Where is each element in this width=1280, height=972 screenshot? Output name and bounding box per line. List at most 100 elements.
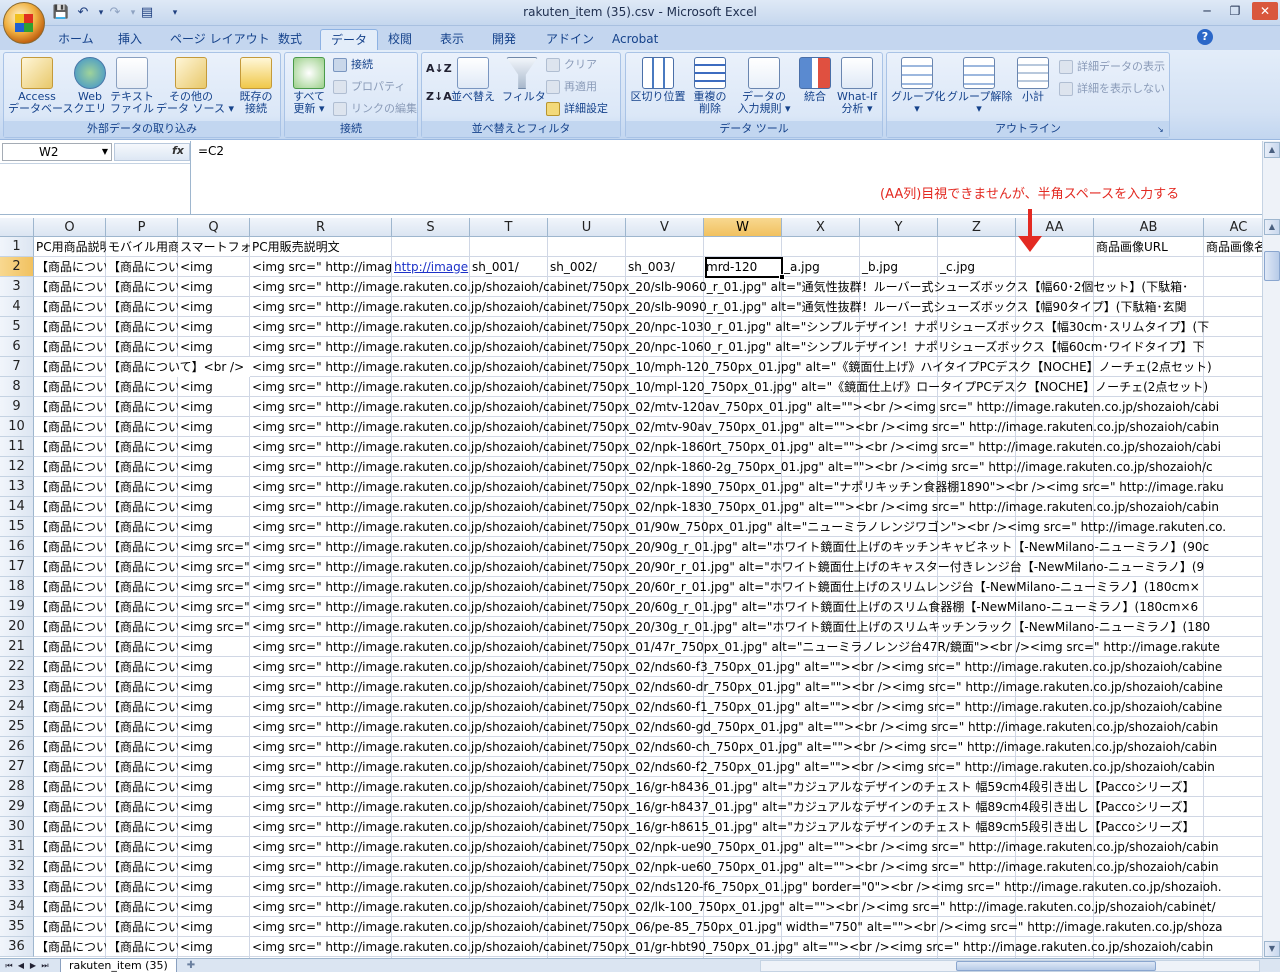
row-header-16[interactable]: 16: [0, 537, 34, 557]
cell-r16[interactable]: <img src=" http://image.rakuten.co.jp/sh…: [250, 537, 1260, 557]
cell-r8[interactable]: <img src=" http://image.rakuten.co.jp/sh…: [250, 377, 1260, 397]
cell-r22[interactable]: <img src=" http://image.rakuten.co.jp/sh…: [250, 657, 1260, 677]
column-header-o[interactable]: O: [34, 218, 106, 237]
row-header-11[interactable]: 11: [0, 437, 34, 457]
cell-r1[interactable]: PC用販売説明文: [250, 237, 392, 257]
tab-page-layout[interactable]: ページ レイアウト: [160, 29, 280, 50]
cell-p3[interactable]: 【商品につい: [106, 277, 178, 297]
cell-r9[interactable]: <img src=" http://image.rakuten.co.jp/sh…: [250, 397, 1260, 417]
clear-button[interactable]: クリア: [546, 57, 597, 73]
restore-button[interactable]: ❐: [1222, 2, 1248, 20]
cell-o28[interactable]: 【商品につい: [34, 777, 106, 797]
cell-q27[interactable]: <img: [178, 757, 250, 777]
cell-p27[interactable]: 【商品につい: [106, 757, 178, 777]
cell-o21[interactable]: 【商品につい: [34, 637, 106, 657]
cell-o12[interactable]: 【商品につい: [34, 457, 106, 477]
formula-input[interactable]: =C2: [198, 144, 224, 158]
cell-o14[interactable]: 【商品につい: [34, 497, 106, 517]
cell-r28[interactable]: <img src=" http://image.rakuten.co.jp/sh…: [250, 777, 1260, 797]
cell-p12[interactable]: 【商品につい: [106, 457, 178, 477]
cell-p21[interactable]: 【商品につい: [106, 637, 178, 657]
data-validation-button[interactable]: データの 入力規則 ▾: [734, 57, 794, 115]
close-button[interactable]: ✕: [1252, 2, 1278, 20]
cell-q31[interactable]: <img: [178, 837, 250, 857]
cell-z2[interactable]: _c.jpg: [938, 257, 1016, 277]
row-header-21[interactable]: 21: [0, 637, 34, 657]
row-header-25[interactable]: 25: [0, 717, 34, 737]
cell-q22[interactable]: <img: [178, 657, 250, 677]
filter-button[interactable]: フィルタ: [502, 57, 546, 103]
dialog-launcher-icon[interactable]: ↘: [1157, 125, 1167, 135]
vertical-scroll-thumb[interactable]: [1264, 251, 1280, 281]
row-header-26[interactable]: 26: [0, 737, 34, 757]
row-header-23[interactable]: 23: [0, 677, 34, 697]
cell-p22[interactable]: 【商品につい: [106, 657, 178, 677]
cell-q6[interactable]: <img: [178, 337, 250, 357]
name-box-dropdown-icon[interactable]: ▼: [98, 143, 112, 161]
cell-q34[interactable]: <img: [178, 897, 250, 917]
cell-r19[interactable]: <img src=" http://image.rakuten.co.jp/sh…: [250, 597, 1260, 617]
cell-p6[interactable]: 【商品につい: [106, 337, 178, 357]
cell-p33[interactable]: 【商品につい: [106, 877, 178, 897]
cell-p8[interactable]: 【商品につい: [106, 377, 178, 397]
minimize-button[interactable]: ─: [1194, 2, 1220, 20]
last-sheet-icon[interactable]: ⏭: [40, 960, 50, 972]
insert-function-icon[interactable]: fx: [172, 144, 184, 157]
cell-p11[interactable]: 【商品につい: [106, 437, 178, 457]
tab-developer[interactable]: 開発: [482, 29, 526, 50]
row-header-1[interactable]: 1: [0, 237, 34, 257]
sort-button[interactable]: 並べ替え: [448, 57, 498, 103]
consolidate-button[interactable]: 統合: [798, 57, 832, 103]
cell-r33[interactable]: <img src=" http://image.rakuten.co.jp/sh…: [250, 877, 1260, 897]
cell-o27[interactable]: 【商品につい: [34, 757, 106, 777]
cell-r14[interactable]: <img src=" http://image.rakuten.co.jp/sh…: [250, 497, 1260, 517]
row-header-2[interactable]: 2: [0, 257, 34, 277]
cell-o5[interactable]: 【商品につい: [34, 317, 106, 337]
cell-o20[interactable]: 【商品につい: [34, 617, 106, 637]
what-if-button[interactable]: What-If 分析 ▾: [834, 57, 880, 115]
help-icon[interactable]: ?: [1197, 29, 1213, 45]
cell-r27[interactable]: <img src=" http://image.rakuten.co.jp/sh…: [250, 757, 1260, 777]
cell-p24[interactable]: 【商品につい: [106, 697, 178, 717]
cell-p32[interactable]: 【商品につい: [106, 857, 178, 877]
cell-o7[interactable]: 【商品につい: [34, 357, 106, 377]
cell-o35[interactable]: 【商品につい: [34, 917, 106, 937]
cell-p20[interactable]: 【商品につい: [106, 617, 178, 637]
first-sheet-icon[interactable]: ⏮: [4, 960, 14, 972]
tab-view[interactable]: 表示: [430, 29, 474, 50]
horizontal-scrollbar[interactable]: [760, 960, 1260, 972]
cell-q36[interactable]: <img: [178, 937, 250, 957]
cell-q35[interactable]: <img: [178, 917, 250, 937]
cell-o23[interactable]: 【商品につい: [34, 677, 106, 697]
cell-r35[interactable]: <img src=" http://image.rakuten.co.jp/sh…: [250, 917, 1260, 937]
cell-r17[interactable]: <img src=" http://image.rakuten.co.jp/sh…: [250, 557, 1260, 577]
cell-p29[interactable]: 【商品につい: [106, 797, 178, 817]
cell-ac1[interactable]: 商品画像名: [1204, 237, 1262, 257]
properties-button[interactable]: プロパティ: [333, 79, 405, 95]
cell-q17[interactable]: <img src=": [178, 557, 250, 577]
cell-p16[interactable]: 【商品につい: [106, 537, 178, 557]
cell-p2[interactable]: 【商品につい: [106, 257, 178, 277]
cell-o11[interactable]: 【商品につい: [34, 437, 106, 457]
web-query-button[interactable]: Web クエリ: [70, 57, 110, 115]
cell-q21[interactable]: <img: [178, 637, 250, 657]
cell-r18[interactable]: <img src=" http://image.rakuten.co.jp/sh…: [250, 577, 1260, 597]
row-header-28[interactable]: 28: [0, 777, 34, 797]
cell-o25[interactable]: 【商品につい: [34, 717, 106, 737]
row-header-32[interactable]: 32: [0, 857, 34, 877]
cell-r24[interactable]: <img src=" http://image.rakuten.co.jp/sh…: [250, 697, 1260, 717]
cell-q30[interactable]: <img: [178, 817, 250, 837]
row-header-14[interactable]: 14: [0, 497, 34, 517]
vertical-scrollbar[interactable]: ▲ ▲ ▼: [1262, 141, 1280, 960]
column-header-s[interactable]: S: [392, 218, 470, 237]
row-header-30[interactable]: 30: [0, 817, 34, 837]
cell-r7[interactable]: <img src=" http://image.rakuten.co.jp/sh…: [250, 357, 1260, 377]
column-header-ab[interactable]: AB: [1094, 218, 1204, 237]
cell-t2[interactable]: sh_001/: [470, 257, 548, 277]
hide-detail-button[interactable]: 詳細を表示しない: [1059, 81, 1165, 97]
subtotal-button[interactable]: 小計: [1015, 57, 1051, 103]
connections-button[interactable]: 接続: [333, 57, 373, 73]
formula-bar-expand-icon[interactable]: ▲: [1264, 142, 1280, 158]
row-header-35[interactable]: 35: [0, 917, 34, 937]
tab-data[interactable]: データ: [320, 29, 379, 50]
